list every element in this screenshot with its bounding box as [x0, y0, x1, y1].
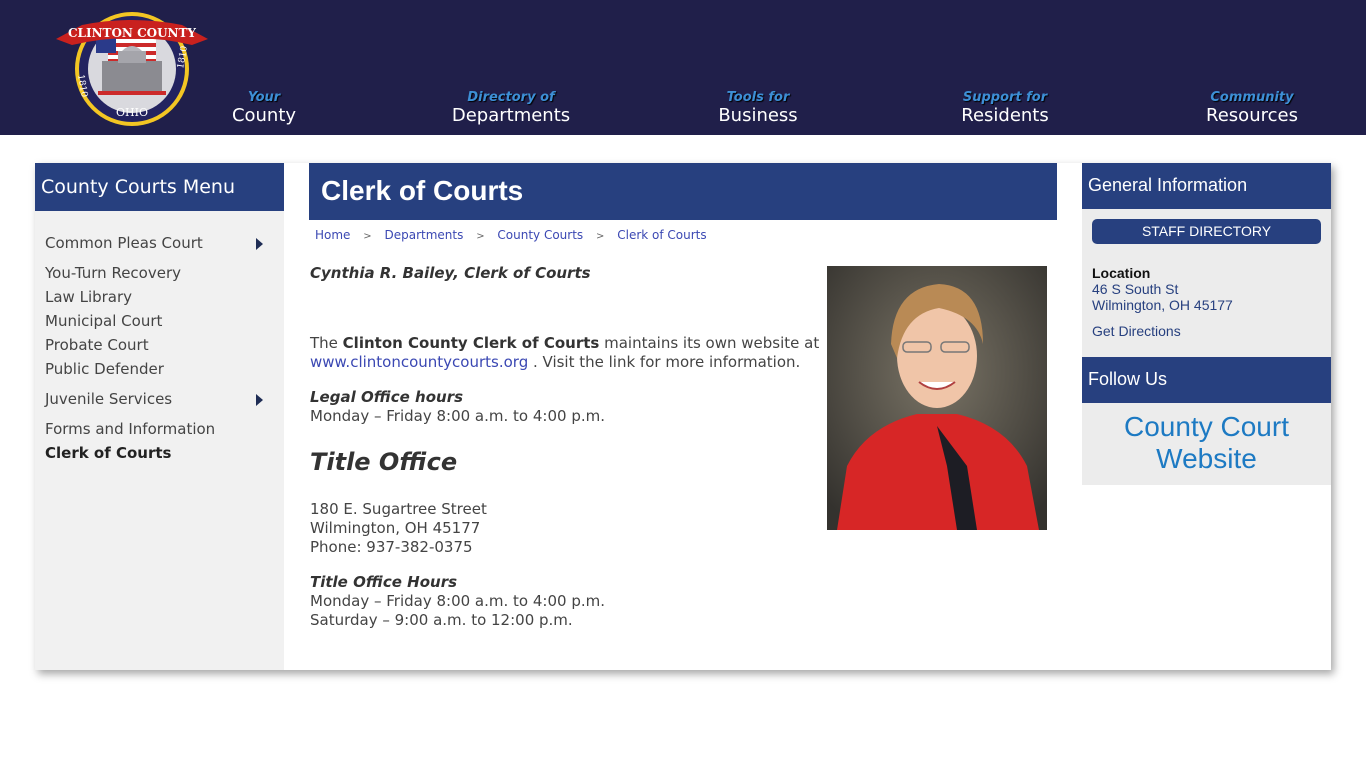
address-line: 180 E. Sugartree Street: [310, 500, 487, 518]
intro-text: . Visit the link for more information.: [528, 353, 801, 371]
sidebar-item-probate-court[interactable]: Probate Court: [35, 333, 284, 357]
main-card: County Courts Menu Common Pleas Court Yo…: [35, 163, 1331, 670]
title-office-heading: Title Office: [310, 448, 458, 476]
right-sidebar: General Information STAFF DIRECTORY Loca…: [1082, 163, 1331, 485]
nav-main-label: Business: [718, 105, 798, 126]
breadcrumb-separator: >: [596, 231, 605, 242]
sidebar-item-forms-and-information[interactable]: Forms and Information: [35, 417, 284, 441]
intro-bold-text: Clinton County Clerk of Courts: [342, 334, 600, 352]
county-court-website-link[interactable]: County Court Website: [1088, 411, 1325, 475]
title-hours-heading: Title Office Hours: [310, 573, 458, 591]
general-information-box: General Information STAFF DIRECTORY Loca…: [1082, 163, 1331, 357]
article-body: Cynthia R. Bailey, Clerk of Courts The C…: [310, 264, 820, 630]
legal-hours-section: Legal Office hours Monday – Friday 8:00 …: [310, 388, 820, 426]
intro-text: maintains its own website at: [599, 334, 820, 352]
nav-business[interactable]: Tools for Business: [658, 90, 858, 127]
nav-resources[interactable]: Community Resources: [1152, 90, 1352, 127]
breadcrumb: Home > Departments > County Courts > Cle…: [309, 228, 1057, 242]
sidebar-item-public-defender[interactable]: Public Defender: [35, 357, 284, 381]
sidebar-item-you-turn-recovery[interactable]: You-Turn Recovery: [35, 261, 284, 285]
sidebar-item-label: Municipal Court: [45, 312, 163, 330]
sidebar-item-municipal-court[interactable]: Municipal Court: [35, 309, 284, 333]
sidebar-item-common-pleas-court[interactable]: Common Pleas Court: [35, 231, 284, 255]
nav-main-label: Departments: [451, 105, 571, 126]
nav-sub-label: Support for: [962, 90, 1048, 105]
sidebar-item-label: Juvenile Services: [45, 390, 173, 408]
location-address-line: 46 S South St: [1092, 281, 1179, 297]
logo-banner-text: CLINTON COUNTY: [68, 26, 196, 40]
courts-website-link[interactable]: www.clintoncountycourts.org: [310, 353, 528, 371]
logo-state-text: OHIO: [116, 106, 148, 119]
breadcrumb-clerk-of-courts[interactable]: Clerk of Courts: [617, 228, 706, 242]
site-header: CLINTON COUNTY 1810 1810 OHIO Your Count…: [0, 0, 1366, 135]
nav-residents[interactable]: Support for Residents: [905, 90, 1105, 127]
sidebar-item-clerk-of-courts[interactable]: Clerk of Courts: [35, 441, 284, 465]
nav-sub-label: Community: [1210, 90, 1294, 105]
breadcrumb-separator: >: [476, 231, 485, 242]
nav-departments[interactable]: Directory of Departments: [411, 90, 611, 127]
nav-sub-label: Tools for: [726, 90, 790, 105]
follow-us-title: Follow Us: [1082, 357, 1331, 403]
nav-main-label: Resources: [1206, 105, 1298, 126]
clerk-portrait-photo: [827, 266, 1047, 530]
title-hours-line: Monday – Friday 8:00 a.m. to 4:00 p.m.: [310, 592, 605, 610]
breadcrumb-separator: >: [363, 231, 372, 242]
breadcrumb-county-courts[interactable]: County Courts: [497, 228, 583, 242]
sidebar-item-label: You-Turn Recovery: [45, 264, 182, 282]
sidebar-item-label: Public Defender: [45, 360, 164, 378]
breadcrumb-home[interactable]: Home: [315, 228, 350, 242]
sidebar-item-label: Probate Court: [45, 336, 149, 354]
sidebar-item-label: Law Library: [45, 288, 133, 306]
location-address-line: Wilmington, OH 45177: [1092, 297, 1233, 313]
sidebar-item-label: Forms and Information: [45, 420, 216, 438]
location-label: Location: [1092, 265, 1151, 281]
intro-paragraph: The Clinton County Clerk of Courts maint…: [310, 334, 820, 372]
sidebar-item-label: Clerk of Courts: [45, 444, 172, 462]
courts-sidebar-menu: County Courts Menu Common Pleas Court Yo…: [35, 163, 284, 670]
nav-main-label: County: [231, 105, 297, 126]
page-title: Clerk of Courts: [309, 163, 1057, 220]
legal-hours-text: Monday – Friday 8:00 a.m. to 4:00 p.m.: [310, 407, 605, 425]
general-information-title: General Information: [1082, 163, 1331, 209]
nav-sub-label: Directory of: [467, 90, 555, 105]
clerk-name: Cynthia R. Bailey, Clerk of Courts: [310, 264, 591, 282]
title-hours-section: Title Office Hours Monday – Friday 8:00 …: [310, 573, 820, 630]
sidebar-item-label: Common Pleas Court: [45, 234, 203, 252]
get-directions-link[interactable]: Get Directions: [1092, 323, 1321, 339]
intro-text: The: [310, 334, 343, 352]
nav-your-county[interactable]: Your County: [164, 90, 364, 127]
address-line: Wilmington, OH 45177: [310, 519, 481, 537]
legal-hours-heading: Legal Office hours: [310, 388, 464, 406]
sidebar-menu-title: County Courts Menu: [35, 163, 284, 211]
breadcrumb-departments[interactable]: Departments: [384, 228, 463, 242]
nav-main-label: Residents: [961, 105, 1049, 126]
nav-sub-label: Your: [247, 90, 281, 105]
phone-line: Phone: 937-382-0375: [310, 538, 473, 556]
staff-directory-button[interactable]: STAFF DIRECTORY: [1092, 219, 1321, 244]
title-hours-line: Saturday – 9:00 a.m. to 12:00 p.m.: [310, 611, 573, 629]
sidebar-item-juvenile-services[interactable]: Juvenile Services: [35, 387, 284, 411]
page-content: Clerk of Courts Home > Departments > Cou…: [309, 163, 1057, 629]
caret-right-icon[interactable]: [256, 238, 263, 250]
caret-right-icon[interactable]: [256, 394, 263, 406]
title-office-address: 180 E. Sugartree Street Wilmington, OH 4…: [310, 500, 820, 557]
sidebar-item-law-library[interactable]: Law Library: [35, 285, 284, 309]
follow-us-box: Follow Us County Court Website: [1082, 357, 1331, 485]
